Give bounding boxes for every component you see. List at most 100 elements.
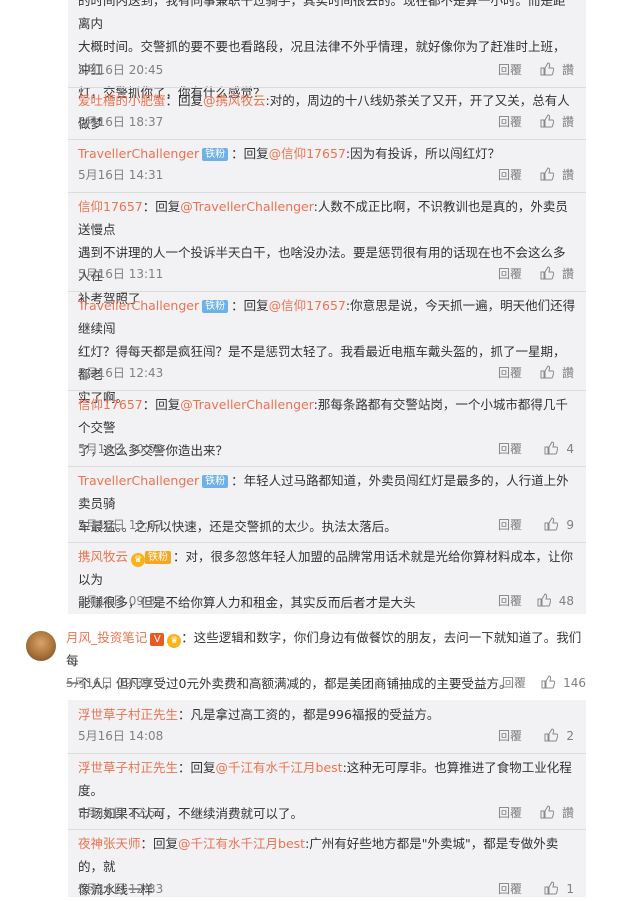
timestamp: 5月16日 12:33: [78, 882, 164, 896]
reply-prefix: ：回复: [140, 836, 179, 851]
reply-prefix: ：: [231, 473, 244, 488]
reply-meta: 5月16日 14:31 回覆 讚: [78, 165, 576, 185]
thumbs-up-icon: [544, 441, 559, 455]
thumbs-up-icon: [544, 728, 559, 742]
like-count: 9: [566, 518, 574, 532]
like-count: 48: [558, 594, 574, 608]
like-button[interactable]: 9: [544, 515, 574, 535]
like-button[interactable]: 48: [537, 591, 574, 611]
reply-text: :因为有投诉，所以闯红灯？: [345, 146, 501, 161]
reply-username[interactable]: 夜神张天师: [78, 836, 141, 851]
thumbs-up-icon: [540, 62, 554, 76]
reply-prefix: ：回复: [178, 760, 216, 775]
like-count: 讚: [561, 806, 574, 820]
timestamp: 5月16日 18:37: [78, 115, 164, 129]
reply-button[interactable]: 回覆: [498, 439, 522, 459]
like-button[interactable]: 讚: [540, 112, 574, 132]
like-count: 2: [566, 729, 574, 743]
reply-username[interactable]: 爱吐槽的小肥蟹: [78, 93, 166, 108]
mention-link[interactable]: @千江有水千江月best: [178, 836, 305, 851]
reply-button[interactable]: 回覆: [498, 60, 522, 80]
reply-item: TravellerChallenger 铁粉 ：回复@信仰17657:你意思是说，今…: [78, 294, 576, 409]
thumbs-up-icon: [537, 593, 551, 607]
reply-meta: 5月16日 20:45 回覆 讚: [78, 60, 576, 80]
like-button[interactable]: 讚: [540, 264, 574, 284]
divider: [68, 87, 586, 88]
reply-username[interactable]: 浮世草子村正先生: [78, 707, 178, 722]
timestamp: 5月16日 10:59: [78, 442, 164, 456]
thumbs-up-icon: [540, 365, 554, 379]
reply-username[interactable]: 信仰17657: [78, 199, 143, 214]
like-button[interactable]: 1: [544, 879, 574, 899]
timestamp: 5月16日 09:32: [78, 594, 164, 608]
reply-prefix: ：回复: [231, 146, 269, 161]
fan-badge: 铁粉: [202, 300, 229, 313]
timestamp: 5月16日 20:45: [78, 63, 164, 77]
reply-item: 信仰17657：回复@TravellerChallenger:人数不成正比啊，不…: [78, 195, 576, 310]
like-button[interactable]: 146: [541, 673, 586, 693]
reply-username[interactable]: TravellerChallenger: [78, 473, 199, 488]
mention-link[interactable]: @千江有水千江月best: [216, 760, 343, 775]
reply-username[interactable]: 浮世草子村正先生: [78, 760, 178, 775]
reply-button[interactable]: 回覆: [498, 515, 522, 535]
reply-meta: 5月16日 12:56 回覆 讚: [78, 803, 576, 823]
reply-button[interactable]: 回覆: [498, 803, 522, 823]
fan-badge: 铁粉: [202, 148, 229, 161]
thumbs-up-icon: [540, 114, 554, 128]
reply-button[interactable]: 回覆: [498, 726, 522, 746]
avatar[interactable]: [26, 631, 56, 661]
like-button[interactable]: 讚: [540, 165, 574, 185]
reply-item: TravellerChallenger 铁粉 ：回复@信仰17657:因为有投诉，所…: [78, 142, 576, 165]
divider: [68, 192, 586, 193]
mention-link[interactable]: @TravellerChallenger: [180, 397, 313, 412]
like-button[interactable]: 讚: [540, 60, 574, 80]
like-count: 4: [566, 442, 574, 456]
like-button[interactable]: 2: [544, 726, 574, 746]
thumbs-up-icon: [540, 266, 554, 280]
crown-icon: ♛: [131, 553, 146, 567]
mention-link[interactable]: @信仰17657: [269, 146, 346, 161]
reply-username[interactable]: TravellerChallenger: [78, 146, 199, 161]
like-count: 讚: [561, 63, 574, 77]
comment-meta: 5月16日 09:33 回覆 146: [66, 673, 586, 693]
reply-username[interactable]: 携风牧云: [78, 549, 128, 564]
thumbs-up-icon: [544, 881, 559, 895]
reply-username[interactable]: TravellerChallenger: [78, 298, 199, 313]
reply-button[interactable]: 回覆: [498, 165, 522, 185]
reply-button[interactable]: 回覆: [502, 673, 526, 693]
reply-button[interactable]: 回覆: [498, 879, 522, 899]
reply-prefix: ：回复: [142, 199, 181, 214]
reply-button[interactable]: 回覆: [498, 264, 522, 284]
divider: [68, 139, 586, 140]
like-count: 讚: [561, 115, 574, 129]
comment-username[interactable]: 月风_投资笔记: [66, 630, 147, 645]
crown-icon: ♛: [167, 634, 182, 648]
reply-username[interactable]: 信仰17657: [78, 397, 143, 412]
like-button[interactable]: 4: [544, 439, 574, 459]
reply-prefix: ：: [178, 707, 191, 722]
reply-prefix: ：回复: [165, 93, 204, 108]
like-button[interactable]: 讚: [540, 803, 574, 823]
reply-meta: 5月16日 09:32 回覆 48: [78, 591, 576, 611]
thumbs-up-icon: [540, 805, 554, 819]
reply-button[interactable]: 回覆: [498, 112, 522, 132]
divider: [68, 829, 586, 830]
reply-button[interactable]: 回覆: [498, 363, 522, 383]
fan-badge: 铁粉: [145, 551, 172, 564]
reply-text: 凡是拿过高工资的，都是996福报的受益方。: [190, 707, 440, 722]
verified-icon: V: [150, 633, 165, 646]
mention-link[interactable]: @TravellerChallenger: [180, 199, 313, 214]
timestamp: 5月16日 12:56: [78, 806, 164, 820]
mention-link[interactable]: @携风牧云: [203, 93, 266, 108]
divider: [68, 753, 586, 754]
mention-link[interactable]: @信仰17657: [269, 298, 346, 313]
reply-meta: 5月16日 14:08 回覆 2: [78, 726, 576, 746]
thumbs-up-icon: [540, 167, 554, 181]
like-button[interactable]: 讚: [540, 363, 574, 383]
timestamp: 5月16日 14:31: [78, 168, 164, 182]
fan-badge: 铁粉: [202, 475, 229, 488]
thumbs-up-icon: [541, 675, 556, 689]
reply-meta: 5月16日 12:43 回覆 讚: [78, 363, 576, 383]
like-count: 讚: [561, 168, 574, 182]
reply-button[interactable]: 回覆: [498, 591, 522, 611]
